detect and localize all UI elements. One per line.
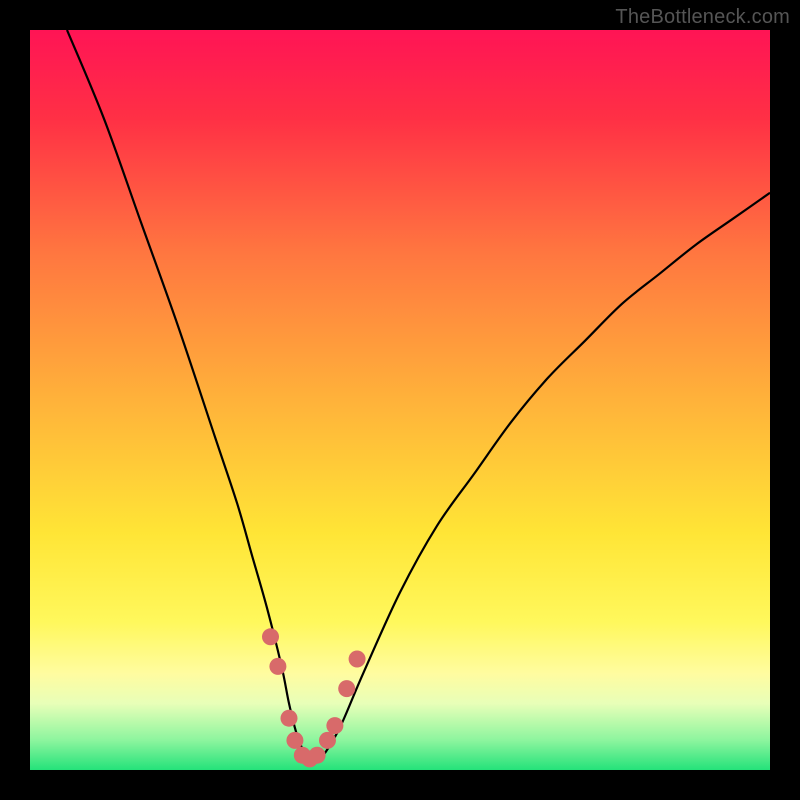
watermark-text: TheBottleneck.com [615,6,790,29]
marker-point [281,710,298,727]
chart-svg [30,30,770,770]
marker-point [338,680,355,697]
marker-point [326,717,343,734]
chart-container: TheBottleneck.com [0,0,800,800]
plot-area [30,30,770,770]
marker-point [319,732,336,749]
marker-point [309,747,326,764]
marker-point [286,732,303,749]
marker-point [269,658,286,675]
marker-point [262,628,279,645]
bottleneck-curve [67,30,770,760]
marker-point [349,651,366,668]
